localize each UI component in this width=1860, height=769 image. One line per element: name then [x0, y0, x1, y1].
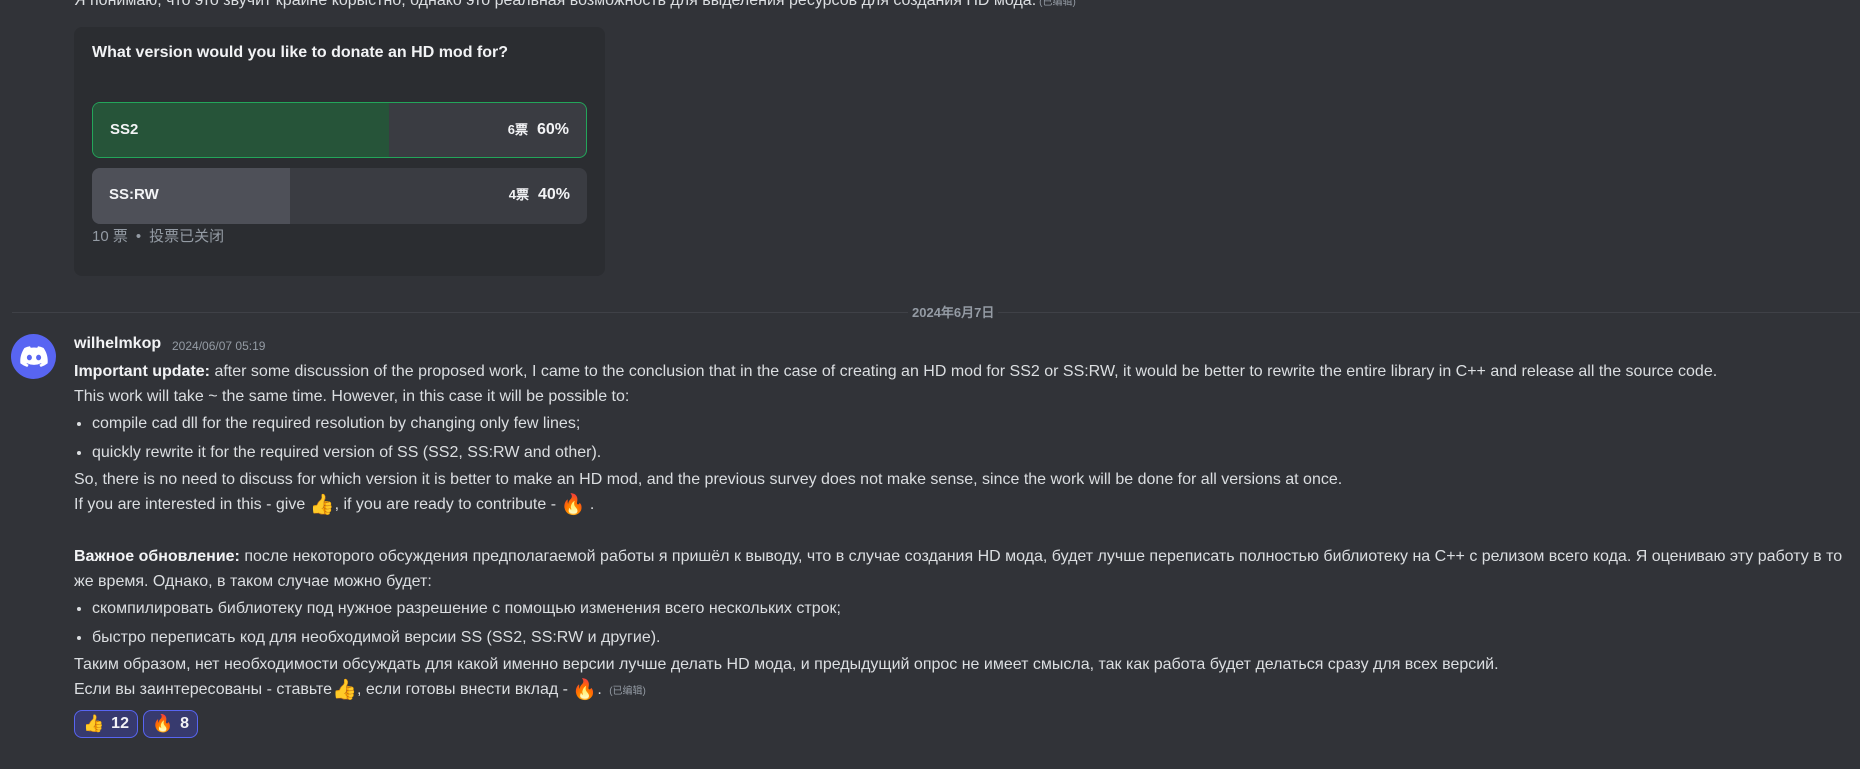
- list-item: quickly rewrite it for the required vers…: [92, 438, 1860, 467]
- poll-option-label: SS2: [110, 121, 139, 138]
- message-timestamp: 2024/06/07 05:19: [172, 339, 266, 353]
- ru-cta-text-c: .: [597, 681, 602, 698]
- reactions-bar: 👍 12 🔥 8: [74, 710, 199, 738]
- ru-cta: Если вы заинтересованы - ставьте👍, если …: [74, 677, 1860, 704]
- en-bold-heading: Important update:: [74, 363, 210, 380]
- avatar[interactable]: [11, 334, 56, 379]
- ru-intro: Важное обновление: после некоторого обсу…: [74, 544, 1860, 594]
- thumbs-up-icon: 👍: [332, 679, 357, 701]
- ru-cta-text-b: , если готовы внести вклад -: [356, 681, 568, 698]
- list-item: скомпилировать библиотеку под нужное раз…: [92, 594, 1860, 623]
- previous-message-body: Я понимаю, что это звучит крайне корыстн…: [74, 0, 1037, 9]
- ru-line3: Таким образом, нет необходимости обсужда…: [74, 656, 1499, 673]
- poll-option-ss2[interactable]: SS2 6票 60%: [92, 102, 587, 158]
- message-body: Important update: after some discussion …: [74, 359, 1860, 704]
- previous-message-text: Я понимаю, что это звучит крайне корыстн…: [74, 0, 1076, 13]
- en-cta-text-a: If you are interested in this - give: [74, 496, 306, 513]
- list-item: compile cad dll for the required resolut…: [92, 409, 1860, 438]
- thumbs-up-icon: 👍: [83, 714, 105, 733]
- discord-logo-icon: [19, 345, 48, 367]
- poll-total-votes: 10 票: [92, 228, 128, 245]
- en-bullet-list: compile cad dll for the required resolut…: [74, 409, 1860, 467]
- poll-status: 投票已关闭: [149, 228, 225, 245]
- en-intro: Important update: after some discussion …: [74, 359, 1860, 384]
- poll-option-ssrw[interactable]: SS:RW 4票 40%: [92, 168, 587, 224]
- en-cta-text-b: , if you are ready to contribute -: [334, 496, 557, 513]
- poll-option-votes: 6票: [507, 122, 528, 137]
- poll-card: What version would you like to donate an…: [74, 27, 605, 276]
- poll-option-votes: 4票: [508, 187, 529, 202]
- en-line2: This work will take ~ the same time. How…: [74, 388, 630, 405]
- poll-option-percent: 60%: [536, 121, 569, 138]
- separator-dot: •: [135, 228, 142, 245]
- poll-footer: 10 票 • 投票已关闭: [92, 225, 224, 246]
- en-intro-text: after some discussion of the proposed wo…: [214, 363, 1718, 380]
- list-item: быстро переписать код для необходимой ве…: [92, 623, 1860, 652]
- reaction-fire[interactable]: 🔥 8: [142, 710, 199, 738]
- poll-option-percent: 40%: [537, 186, 570, 203]
- edited-tag: (已编辑): [1039, 0, 1076, 8]
- fire-icon: 🔥: [151, 714, 174, 733]
- fire-icon: 🔥: [560, 494, 586, 516]
- edited-tag: (已编辑): [609, 686, 646, 697]
- en-cta: If you are interested in this - give 👍, …: [74, 492, 1860, 518]
- ru-bold-heading: Важное обновление:: [74, 548, 240, 565]
- ru-bullet-list: скомпилировать библиотеку под нужное раз…: [74, 594, 1860, 652]
- reaction-thumbs-up[interactable]: 👍 12: [74, 710, 138, 738]
- poll-option-label: SS:RW: [109, 186, 159, 203]
- en-cta-text-c: .: [589, 496, 595, 513]
- message-author[interactable]: wilhelmkop: [74, 335, 161, 353]
- poll-question: What version would you like to donate an…: [92, 44, 509, 61]
- thumbs-up-icon: 👍: [309, 494, 335, 516]
- reaction-count: 8: [180, 715, 190, 732]
- reaction-count: 12: [111, 715, 129, 732]
- en-line3: So, there is no need to discuss for whic…: [74, 471, 1343, 488]
- fire-icon: 🔥: [572, 679, 598, 701]
- ru-intro-text: после некоторого обсуждения предполагаем…: [74, 548, 1843, 590]
- date-divider-label: 2024年6月7日: [908, 302, 999, 321]
- ru-cta-text-a: Если вы заинтересованы - ставьте: [74, 681, 333, 698]
